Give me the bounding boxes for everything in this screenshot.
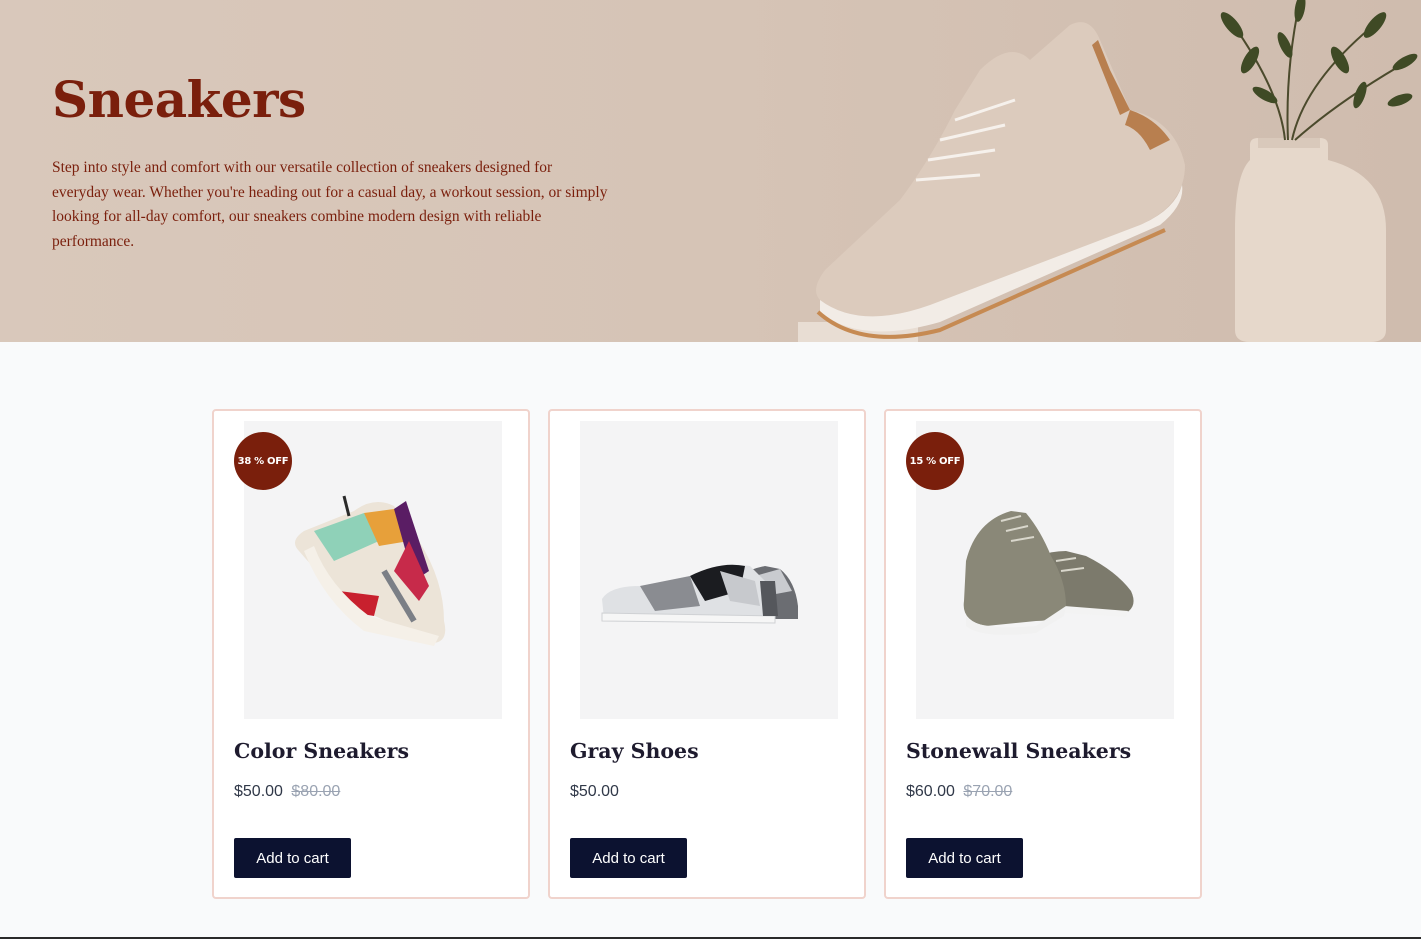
product-price: $50.00 $80.00 [234,783,340,801]
add-to-cart-button[interactable]: Add to cart [234,838,351,878]
product-price: $60.00 $70.00 [906,783,1012,801]
product-title[interactable]: Color Sneakers [234,739,409,763]
add-to-cart-button[interactable]: Add to cart [906,838,1023,878]
product-grid: 38 % OFF Color Sneakers $50.00 $80.00 Ad… [212,409,1204,899]
discount-badge: 15 % OFF [906,432,964,490]
hero-banner: Sneakers Step into style and comfort wit… [0,0,1421,342]
sale-price: $50.00 [570,783,619,800]
product-card-stonewall-sneakers[interactable]: 15 % OFF Stonewall Sneakers $60.00 $70.0… [884,409,1202,899]
product-price: $50.00 [570,783,619,801]
original-price: $70.00 [963,783,1013,800]
sale-price: $50.00 [234,783,283,800]
page-title: Sneakers [52,70,306,129]
hero-image [798,0,1418,342]
sale-price: $60.00 [906,783,955,800]
product-card-color-sneakers[interactable]: 38 % OFF Color Sneakers $50.00 $80.00 Ad… [212,409,530,899]
hero-description: Step into style and comfort with our ver… [52,159,608,250]
discount-badge: 38 % OFF [234,432,292,490]
original-price: $80.00 [291,783,341,800]
product-card-gray-shoes[interactable]: Gray Shoes $50.00 Add to cart [548,409,866,899]
gray-shoes-icon [601,564,798,624]
add-to-cart-button[interactable]: Add to cart [570,838,687,878]
product-title[interactable]: Gray Shoes [570,739,699,763]
product-image[interactable] [580,421,838,719]
product-title[interactable]: Stonewall Sneakers [906,739,1131,763]
